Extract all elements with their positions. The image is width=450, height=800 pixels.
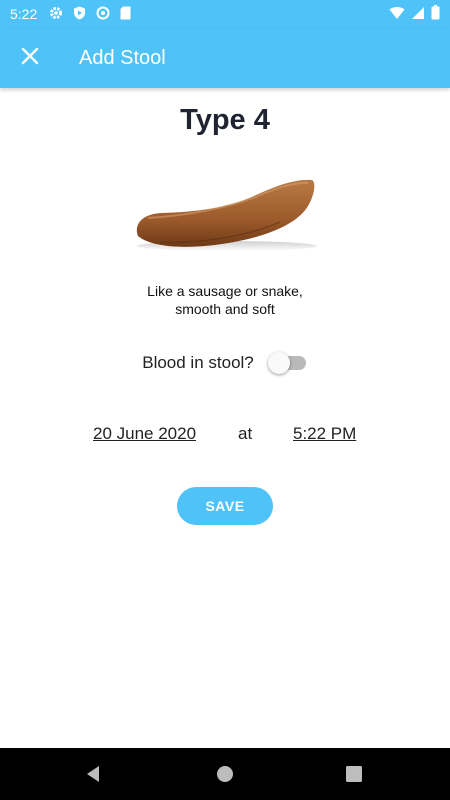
screen: 5:22 Add Stool Type 4 Like a sausage or …	[0, 0, 450, 800]
play-protect-icon	[73, 6, 86, 23]
description-line-2: smooth and soft	[175, 301, 275, 317]
blood-label: Blood in stool?	[142, 353, 254, 372]
recents-icon[interactable]	[345, 765, 363, 783]
description-line-1: Like a sausage or snake,	[147, 283, 303, 299]
blood-toggle[interactable]	[267, 350, 308, 376]
nav-bar	[0, 748, 450, 800]
back-icon[interactable]	[84, 764, 104, 784]
signal-icon	[411, 6, 425, 23]
settings-icon	[49, 6, 63, 23]
status-bar: 5:22	[0, 0, 450, 28]
stool-illustration	[130, 170, 320, 260]
status-icons-left	[49, 6, 131, 23]
home-icon[interactable]	[215, 764, 235, 784]
at-label: at	[238, 424, 253, 443]
app-bar: Add Stool	[0, 28, 450, 88]
toggle-thumb	[267, 352, 290, 374]
wifi-icon	[389, 6, 405, 23]
battery-icon	[431, 5, 440, 23]
datetime-row: 20 June 2020 at 5:22 PM	[0, 424, 450, 448]
close-icon	[21, 47, 39, 70]
at-sign-icon	[96, 6, 110, 23]
close-button[interactable]	[0, 28, 60, 88]
save-button[interactable]: SAVE	[177, 487, 273, 525]
blood-row: Blood in stool?	[0, 350, 450, 376]
status-time: 5:22	[10, 6, 38, 22]
time-picker-link[interactable]: 5:22 PM	[293, 424, 356, 444]
date-picker-link[interactable]: 20 June 2020	[93, 424, 196, 444]
sd-card-icon	[120, 6, 131, 23]
stool-type-title: Type 4	[180, 104, 270, 136]
stool-description: Like a sausage or snake, smooth and soft	[0, 282, 450, 318]
status-icons-right	[389, 5, 440, 23]
app-bar-title: Add Stool	[79, 46, 166, 69]
